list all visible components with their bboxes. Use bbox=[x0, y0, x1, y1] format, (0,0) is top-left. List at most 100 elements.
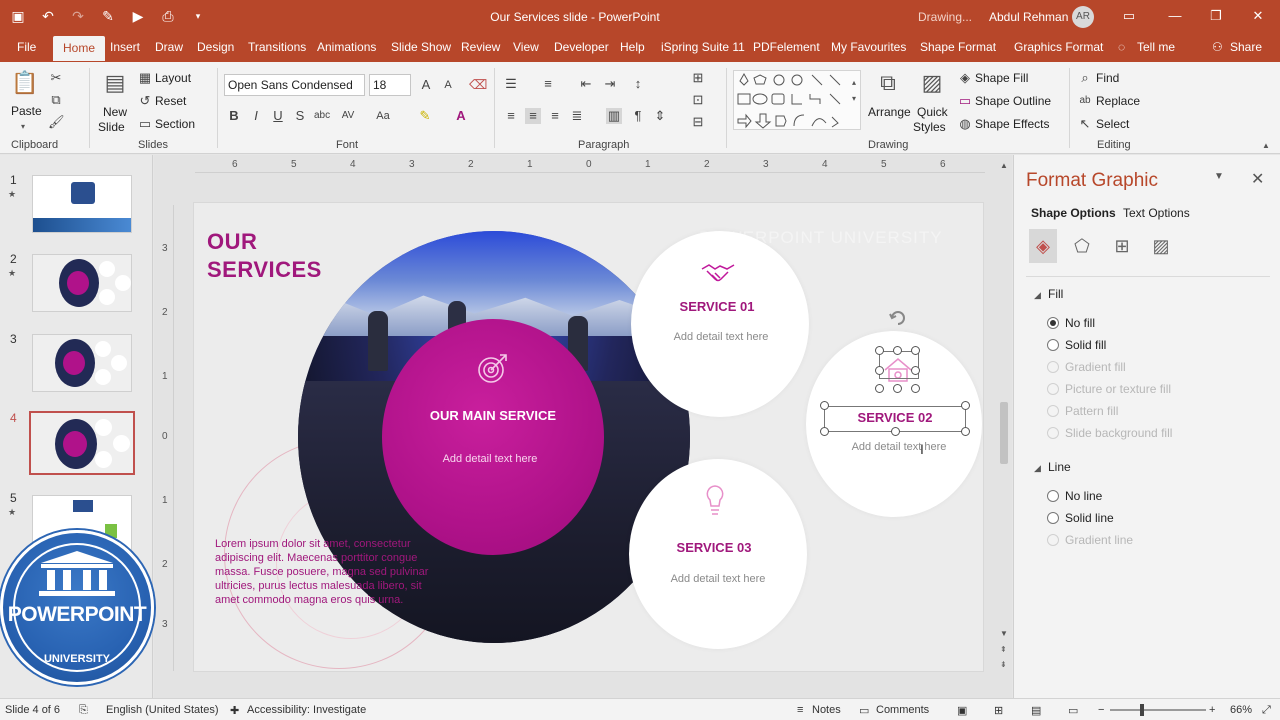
minimize-icon[interactable]: — bbox=[1167, 8, 1183, 24]
resize-handle[interactable] bbox=[820, 401, 829, 410]
new-slide-icon[interactable]: ▤ bbox=[100, 68, 130, 98]
align-right-icon[interactable]: ≡ bbox=[547, 108, 563, 124]
tab-animations[interactable]: Animations bbox=[317, 40, 376, 54]
shape-outline-icon[interactable]: ▭ bbox=[957, 93, 973, 109]
tab-developer[interactable]: Developer bbox=[554, 40, 609, 54]
new-slide-button-line2[interactable]: Slide bbox=[98, 120, 125, 134]
fill-section-header[interactable]: ◢ Fill bbox=[1034, 287, 1063, 301]
effects-icon[interactable]: ⬠ bbox=[1068, 229, 1096, 263]
shapes-scroll-icon[interactable]: ▾ bbox=[852, 94, 856, 103]
strikethrough-icon[interactable]: abc bbox=[314, 108, 330, 124]
tab-text-options[interactable]: Text Options bbox=[1123, 206, 1190, 220]
resize-handle[interactable] bbox=[891, 427, 900, 436]
reading-view-icon[interactable]: ▤ bbox=[1031, 704, 1041, 717]
collapse-ribbon-icon[interactable]: ▲ bbox=[1262, 141, 1270, 150]
tab-slide-show[interactable]: Slide Show bbox=[391, 40, 451, 54]
char-spacing-icon[interactable]: AV bbox=[340, 108, 356, 124]
radio-button[interactable] bbox=[1047, 490, 1059, 502]
numbering-icon[interactable]: ≡ bbox=[540, 76, 556, 92]
pane-options-icon[interactable]: ▼ bbox=[1214, 171, 1224, 182]
find-button[interactable]: Find bbox=[1096, 71, 1119, 85]
tab-pdfelement[interactable]: PDFelement bbox=[753, 40, 820, 54]
shape-outline-button[interactable]: Shape Outline bbox=[975, 94, 1051, 108]
align-center-icon[interactable]: ≡ bbox=[525, 108, 541, 124]
horizontal-ruler[interactable]: 6 5 4 3 2 1 0 1 2 3 4 5 6 bbox=[195, 157, 985, 173]
smartart-convert-icon[interactable]: ⊡ bbox=[690, 92, 706, 108]
decrease-indent-icon[interactable]: ⇤ bbox=[578, 76, 594, 92]
tab-review[interactable]: Review bbox=[461, 40, 500, 54]
slide-thumbnail-4[interactable] bbox=[29, 411, 135, 475]
select-button[interactable]: Select bbox=[1096, 117, 1129, 131]
resize-handle[interactable] bbox=[911, 346, 920, 355]
arrange-button[interactable]: Arrange bbox=[868, 105, 911, 119]
close-window-icon[interactable]: ✕ bbox=[1250, 8, 1266, 24]
reset-icon[interactable]: ↺ bbox=[137, 93, 153, 109]
underline-icon[interactable]: U bbox=[270, 108, 286, 124]
arrange-icon[interactable]: ⧉ bbox=[873, 68, 903, 98]
clear-formatting-icon[interactable]: ⌫ bbox=[469, 77, 487, 93]
slide-thumbnail-2[interactable] bbox=[32, 254, 132, 312]
highlight-icon[interactable]: ✎ bbox=[417, 108, 433, 124]
quick-styles-button[interactable]: Quick bbox=[917, 105, 948, 119]
shadow-icon[interactable]: S bbox=[292, 108, 308, 124]
copy-icon[interactable]: ⧉ bbox=[48, 92, 64, 108]
bold-icon[interactable]: B bbox=[226, 108, 242, 124]
line-option-solid-line[interactable]: Solid line bbox=[1047, 510, 1114, 526]
fit-slide-icon[interactable]: ⤢ bbox=[1262, 704, 1271, 717]
tab-graphics-format[interactable]: Graphics Format bbox=[1014, 40, 1103, 54]
comments-icon[interactable]: ▭ bbox=[859, 704, 869, 717]
resize-handle[interactable] bbox=[820, 427, 829, 436]
accessibility-status[interactable]: Accessibility: Investigate bbox=[247, 704, 366, 716]
increase-indent-icon[interactable]: ⇥ bbox=[602, 76, 618, 92]
resize-handle[interactable] bbox=[893, 346, 902, 355]
zoom-slider-thumb[interactable] bbox=[1140, 704, 1144, 716]
line-section-header[interactable]: ◢ Line bbox=[1034, 460, 1071, 474]
tab-home[interactable]: Home bbox=[53, 36, 106, 61]
zoom-slider[interactable] bbox=[1110, 704, 1206, 716]
tab-help[interactable]: Help bbox=[620, 40, 645, 54]
slide-canvas[interactable]: OUR SERVICES POWERPOINT UNIVERSITY OUR M… bbox=[194, 203, 983, 671]
tab-insert[interactable]: Insert bbox=[110, 40, 140, 54]
line-spacing-icon[interactable]: ↕ bbox=[630, 76, 646, 92]
line-option-no-line[interactable]: No line bbox=[1047, 488, 1102, 504]
shape-fill-icon[interactable]: ◈ bbox=[957, 70, 973, 86]
resize-handle[interactable] bbox=[911, 366, 920, 375]
resize-handle[interactable] bbox=[875, 384, 884, 393]
shape-fill-button[interactable]: Shape Fill bbox=[975, 71, 1028, 85]
shape-effects-icon[interactable]: ◍ bbox=[957, 116, 973, 132]
italic-icon[interactable]: I bbox=[248, 108, 264, 124]
select-icon[interactable]: ↖ bbox=[1077, 116, 1093, 132]
reset-button[interactable]: Reset bbox=[155, 94, 186, 108]
close-icon[interactable]: ✕ bbox=[1251, 169, 1264, 189]
vertical-scrollbar[interactable]: ▲ ▼ ⇞ ⇟ bbox=[997, 157, 1011, 677]
spelling-icon[interactable]: ⎘ bbox=[79, 704, 88, 717]
decrease-font-icon[interactable]: A bbox=[440, 77, 456, 93]
radio-button[interactable] bbox=[1047, 339, 1059, 351]
resize-handle[interactable] bbox=[911, 384, 920, 393]
resize-handle[interactable] bbox=[875, 346, 884, 355]
layout-icon[interactable]: ▦ bbox=[137, 70, 153, 86]
tab-draw[interactable]: Draw bbox=[155, 40, 183, 54]
share-button[interactable]: Share bbox=[1230, 40, 1262, 54]
find-icon[interactable]: ⌕ bbox=[1077, 70, 1093, 86]
size-properties-icon[interactable]: ⊞ bbox=[1108, 229, 1136, 263]
maximize-icon[interactable]: ❐ bbox=[1208, 8, 1224, 24]
normal-view-icon[interactable]: ▣ bbox=[957, 704, 967, 717]
tab-design[interactable]: Design bbox=[197, 40, 234, 54]
quick-styles-button-line2[interactable]: Styles bbox=[913, 120, 946, 134]
resize-handle[interactable] bbox=[961, 401, 970, 410]
format-painter-icon[interactable]: 🖌 bbox=[48, 114, 65, 130]
scroll-down-icon[interactable]: ▼ bbox=[1000, 629, 1008, 638]
smartart-icon[interactable]: ⊞ bbox=[690, 70, 706, 86]
share-icon[interactable]: ⚇ bbox=[1212, 40, 1223, 54]
notes-button[interactable]: Notes bbox=[812, 704, 841, 716]
text-direction-icon[interactable]: ¶ bbox=[630, 108, 646, 124]
user-name[interactable]: Abdul Rehman bbox=[989, 10, 1068, 24]
cut-icon[interactable]: ✂ bbox=[48, 70, 64, 86]
shapes-scroll-icon[interactable]: ▴ bbox=[852, 78, 856, 87]
radio-button[interactable] bbox=[1047, 512, 1059, 524]
notes-icon[interactable]: ≡ bbox=[797, 704, 803, 716]
accessibility-icon[interactable]: ✚ bbox=[230, 704, 239, 717]
replace-icon[interactable]: ab bbox=[1077, 93, 1093, 109]
columns-icon[interactable]: ▥ bbox=[606, 108, 622, 124]
